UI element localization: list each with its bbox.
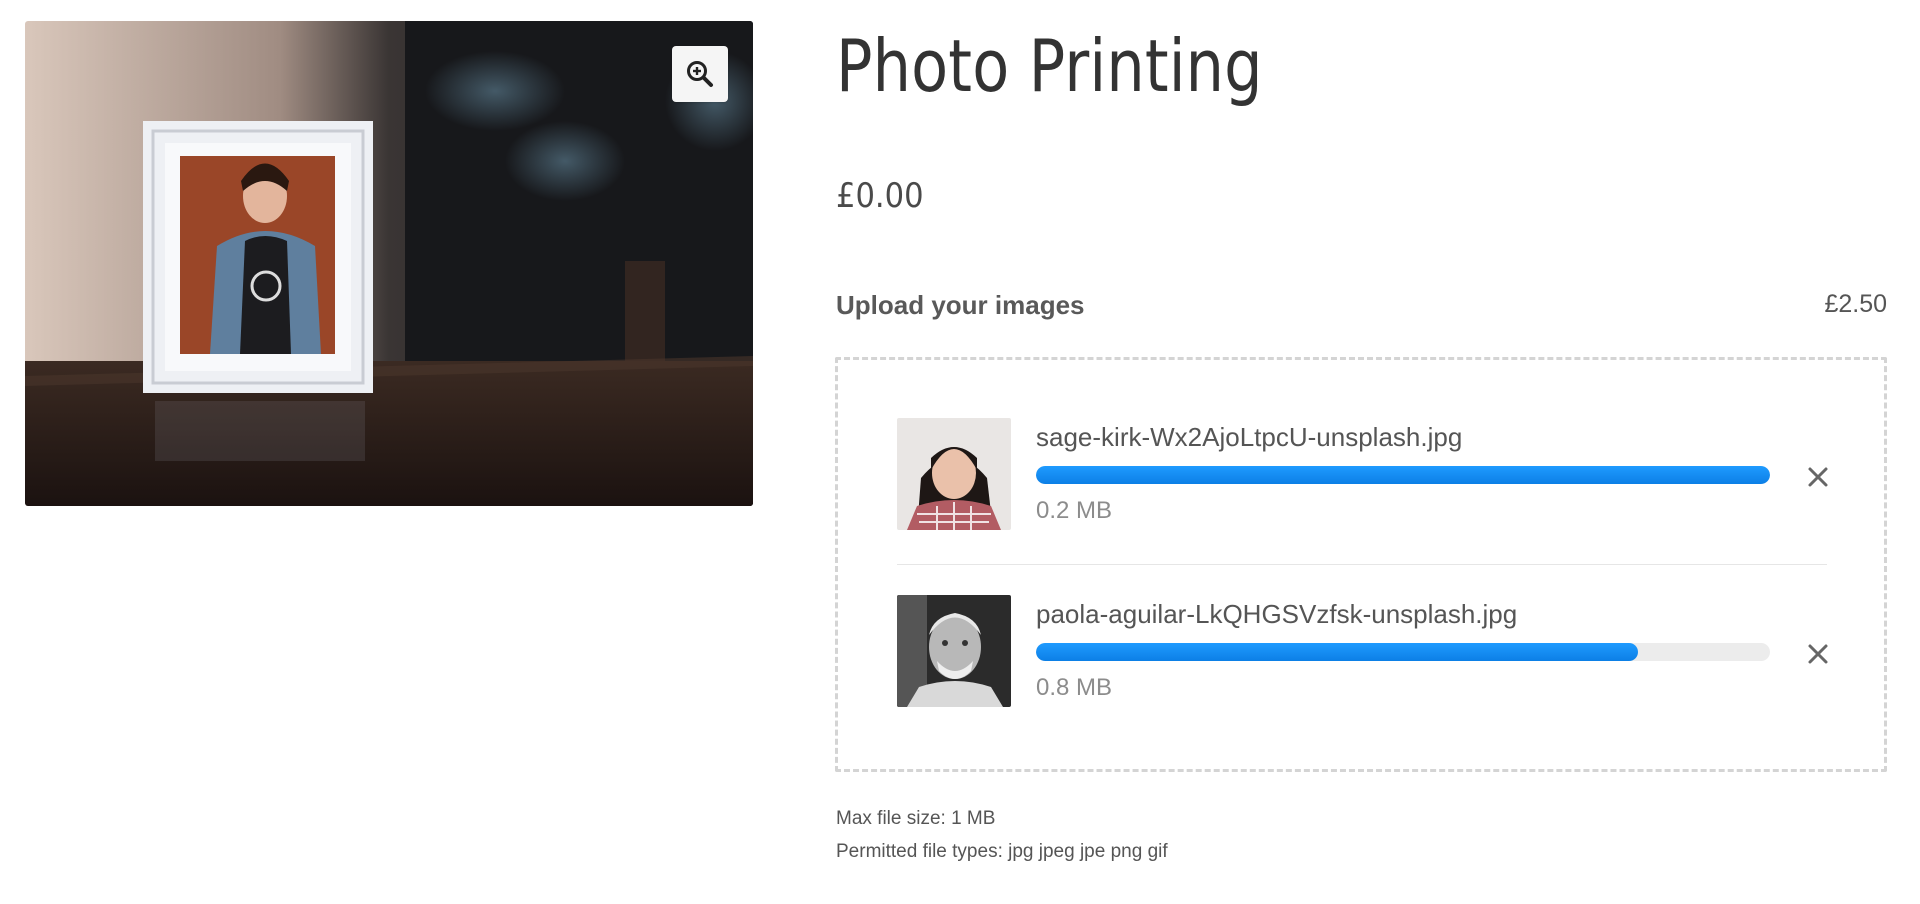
remove-file-button[interactable] [1803,462,1833,492]
upload-progress-bar [1036,466,1770,484]
upload-progress-bar [1036,643,1770,661]
close-icon [1808,467,1828,487]
upload-progress-fill [1036,643,1638,661]
zoom-button[interactable] [672,46,728,102]
max-file-size-note: Max file size: 1 MB [836,808,996,829]
file-size: 0.8 MB [1036,674,1113,701]
product-image[interactable] [25,21,753,506]
upload-progress-fill [1036,466,1770,484]
close-icon [1808,644,1828,664]
file-name: paola-aguilar-LkQHGSVzfsk-unsplash.jpg [1036,599,1518,629]
upload-dropzone[interactable]: sage-kirk-Wx2AjoLtpcU-unsplash.jpg 0.2 M… [835,357,1887,772]
file-name: sage-kirk-Wx2AjoLtpcU-unsplash.jpg [1036,422,1463,452]
divider [897,564,1827,565]
file-size: 0.2 MB [1036,497,1113,524]
zoom-in-icon [687,61,713,87]
remove-file-button[interactable] [1803,639,1833,669]
upload-price: £2.50 [1824,290,1887,318]
product-title: Photo Printing [836,24,1263,108]
framed-photo-image [25,21,753,506]
uploaded-file-row: paola-aguilar-LkQHGSVzfsk-unsplash.jpg 0… [897,595,1828,709]
upload-label: Upload your images [836,290,1085,320]
product-price: £0.00 [836,176,924,216]
file-thumbnail [897,418,1011,530]
permitted-file-types-note: Permitted file types: jpg jpeg jpe png g… [836,841,1168,862]
uploaded-file-row: sage-kirk-Wx2AjoLtpcU-unsplash.jpg 0.2 M… [897,418,1828,532]
file-thumbnail [897,595,1011,707]
